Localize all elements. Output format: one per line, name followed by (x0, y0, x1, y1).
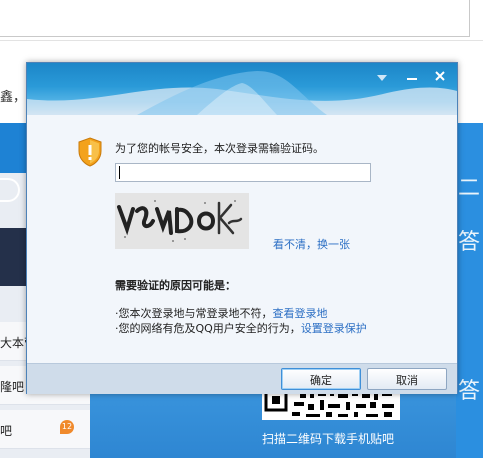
qr-caption: 扫描二维码下载手机贴吧 (262, 432, 395, 446)
titlebar-wave-decoration (27, 71, 457, 115)
reason-text: ·您本次登录地与常登录地不符， (115, 307, 273, 320)
warning-shield-icon (78, 137, 102, 167)
reason-line: ·您本次登录地与常登录地不符，查看登录地 (115, 305, 328, 321)
background-glyph: 答 (458, 230, 481, 255)
refresh-captcha-link[interactable]: 看不清，换一张 (273, 236, 350, 252)
menu-chevron-down-icon[interactable] (373, 69, 391, 85)
background-sidebar-item-label: 隆吧 (0, 380, 25, 394)
minimize-icon[interactable] (403, 69, 421, 85)
reason-line: ·您的网络有危及QQ用户安全的行为，设置登录保护 (115, 320, 367, 336)
view-login-location-link[interactable]: 查看登录地 (273, 307, 328, 320)
captcha-image[interactable] (115, 193, 249, 249)
background-sidebar-item-label: 吧 (0, 424, 13, 438)
dialog-footer: 确定 取消 (27, 363, 457, 394)
background-search-box[interactable] (0, 0, 470, 37)
background-sidebar-item[interactable]: 吧 12 (0, 410, 90, 449)
reason-title: 需要验证的原因可能是： (115, 279, 236, 292)
verification-message: 为了您的帐号安全，本次登录需输验证码。 (115, 142, 324, 155)
reason-text: ·您的网络有危及QQ用户安全的行为， (115, 322, 301, 335)
background-count-badge: 12 (60, 420, 74, 434)
browser-top-bar (0, 0, 483, 41)
setup-login-protection-link[interactable]: 设置登录保护 (301, 322, 367, 335)
background-glyph: 二 (458, 176, 481, 201)
captcha-input[interactable] (115, 163, 371, 182)
text-caret (119, 166, 120, 179)
ok-button[interactable]: 确定 (281, 368, 361, 390)
background-glyph: 答 (458, 379, 481, 404)
close-icon[interactable] (431, 69, 449, 85)
verification-dialog: 为了您的帐号安全，本次登录需输验证码。 看不清，换一张 需要验证的原因可能是： … (26, 62, 458, 394)
dialog-titlebar[interactable] (27, 63, 457, 115)
cancel-button[interactable]: 取消 (367, 368, 447, 390)
